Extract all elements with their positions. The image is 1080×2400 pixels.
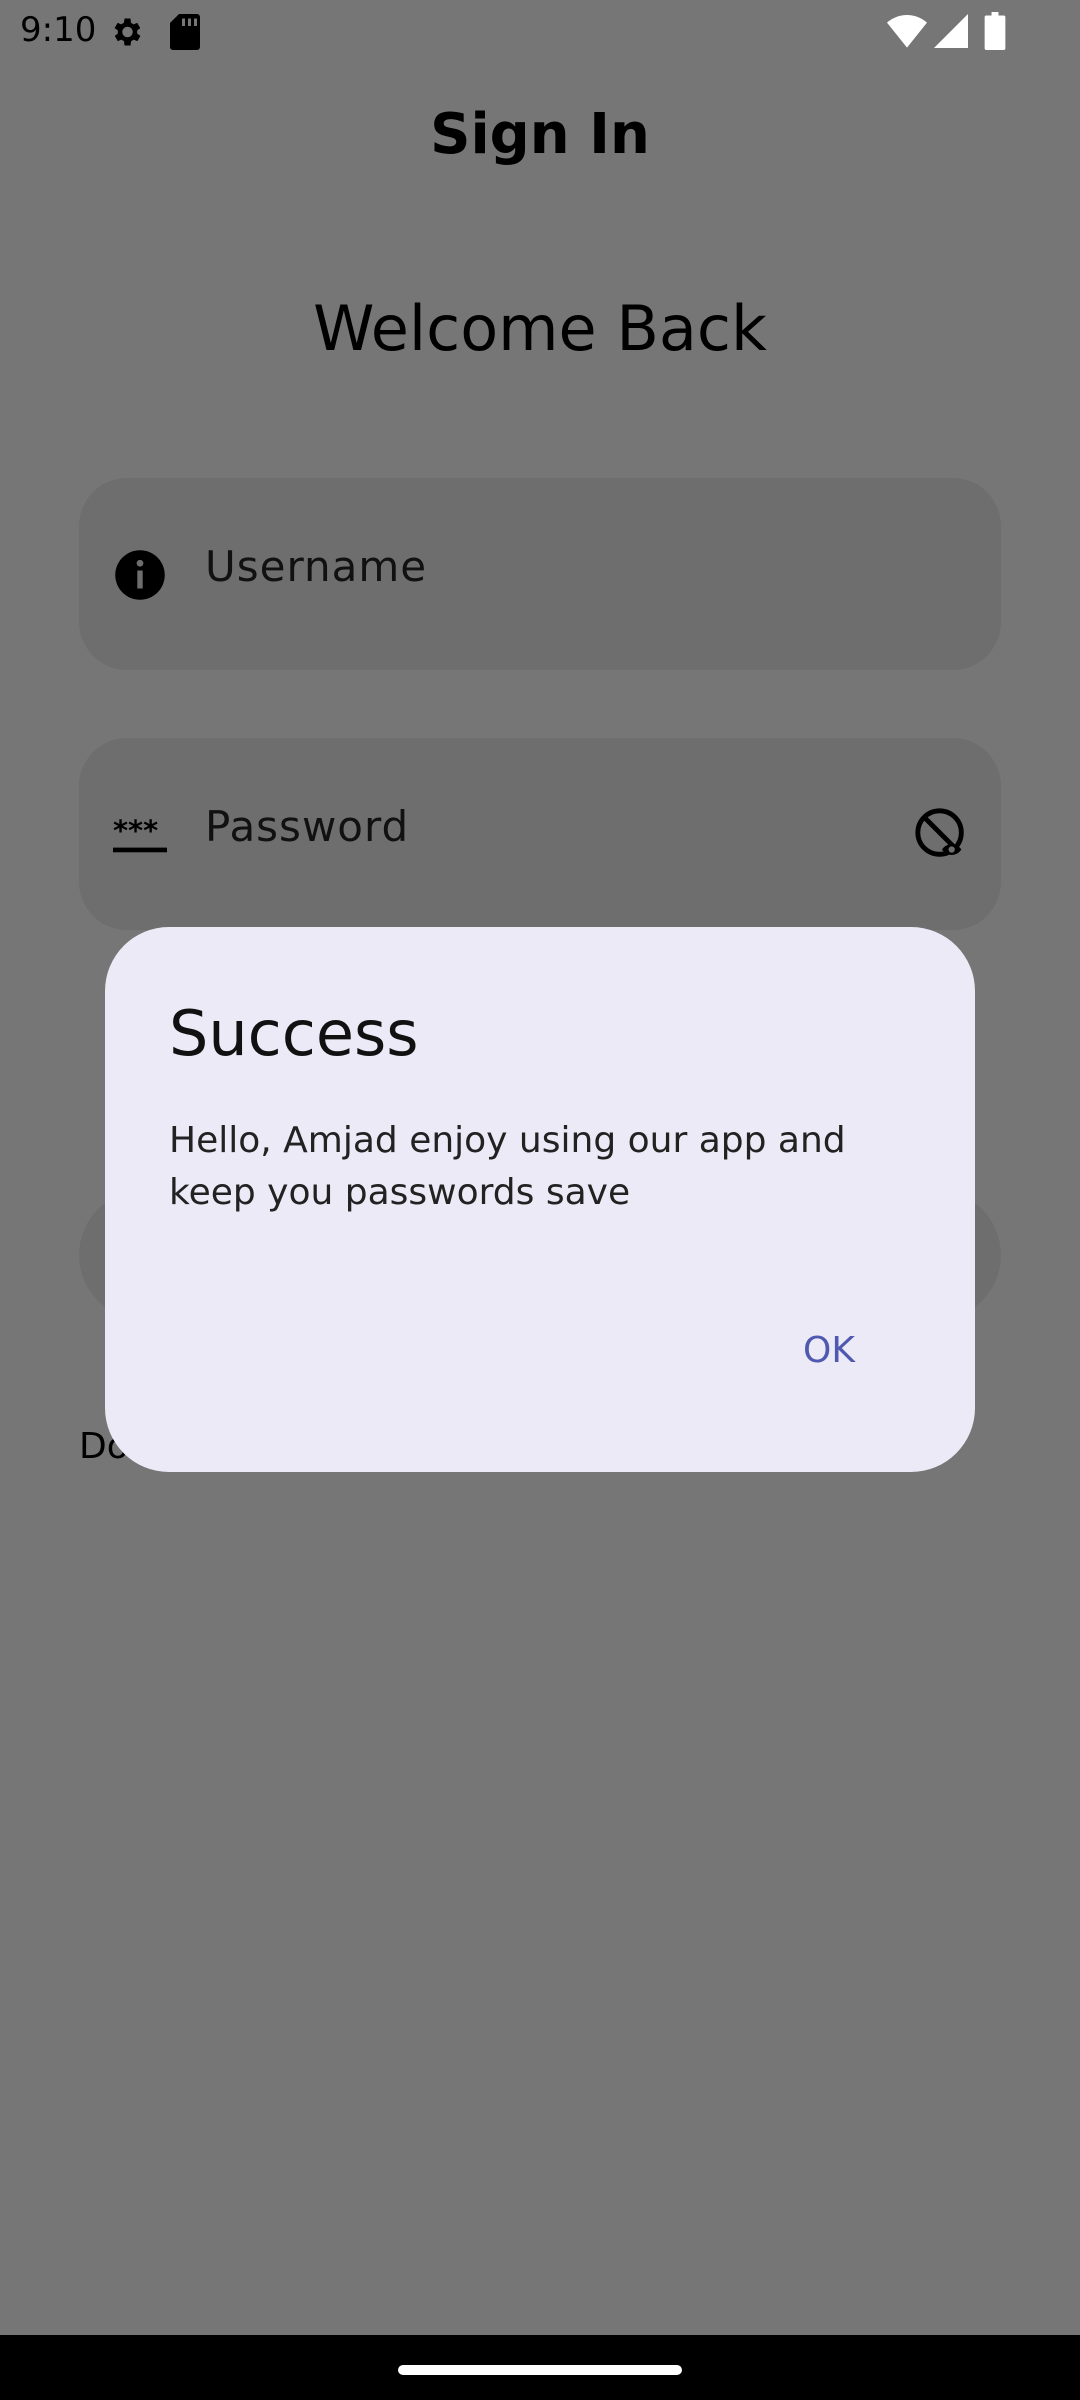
- password-placeholder: Password: [205, 802, 410, 851]
- info-icon: [115, 550, 165, 600]
- sd-card-icon: [170, 14, 200, 50]
- battery-icon: [984, 12, 1006, 50]
- ok-button[interactable]: OK: [783, 1320, 875, 1381]
- home-gesture-handle[interactable]: [398, 2365, 682, 2375]
- username-field[interactable]: Username: [79, 478, 1001, 670]
- svg-text:***: ***: [113, 813, 158, 847]
- signal-icon: [934, 14, 968, 48]
- status-bar: 9:10: [0, 0, 1080, 64]
- welcome-heading: Welcome Back: [313, 292, 767, 365]
- wifi-icon: [887, 15, 927, 48]
- success-dialog: Success Hello, Amjad enjoy using our app…: [105, 927, 975, 1472]
- gear-icon: [114, 18, 141, 46]
- password-field[interactable]: *** Password: [79, 738, 1001, 930]
- status-time: 9:10: [20, 10, 97, 50]
- visibility-off-icon[interactable]: [913, 806, 971, 864]
- username-placeholder: Username: [205, 542, 428, 591]
- dialog-title: Success: [169, 997, 419, 1070]
- navigation-bar: [0, 2335, 1080, 2400]
- password-dots-icon: ***: [113, 813, 167, 853]
- dialog-message: Hello, Amjad enjoy using our app and kee…: [169, 1120, 846, 1213]
- page-title: Sign In: [430, 102, 650, 167]
